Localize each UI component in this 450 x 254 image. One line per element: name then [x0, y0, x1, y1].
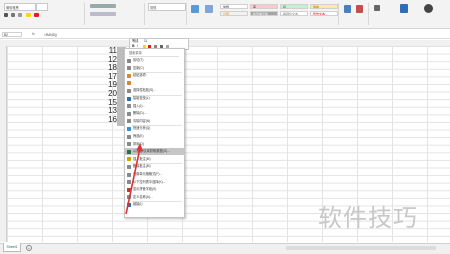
menu-item-label: 筛选(E) [133, 134, 144, 138]
find-select-icon[interactable] [424, 4, 433, 13]
name-box[interactable]: B2 [2, 32, 22, 37]
table-format-icon[interactable] [205, 5, 213, 13]
context-menu-item[interactable]: 删除(D)... [125, 110, 184, 117]
menu-search-box[interactable]: 搜索菜单 [129, 50, 179, 57]
context-menu-item[interactable]: 选择性粘贴(S)... [125, 87, 184, 94]
mini-size[interactable]: 11 [144, 39, 147, 44]
context-menu-item[interactable]: 剪切(T) [125, 57, 184, 64]
context-menu-item[interactable]: 筛选(E) [125, 133, 184, 140]
fill-color-icon[interactable] [26, 13, 31, 17]
context-menu-item[interactable] [125, 80, 184, 87]
menu-item-label: 清除内容(N) [133, 118, 151, 123]
underline-icon[interactable] [18, 13, 22, 17]
font-name-box[interactable]: 微软雅黑 [4, 3, 36, 11]
cell-style-swatch[interactable]: 解释性文本 [280, 11, 308, 16]
context-menu-item[interactable]: 快速分析(Q) [125, 125, 184, 132]
conditional-format-icon[interactable] [191, 5, 199, 13]
menu-item-label: 剪切(T) [133, 58, 144, 62]
autosum-icon[interactable] [374, 5, 380, 11]
ribbon-divider [84, 3, 85, 25]
italic-icon[interactable] [11, 13, 15, 17]
font-color-icon[interactable] [34, 13, 39, 17]
font-name-value: 微软雅黑 [6, 5, 19, 10]
bold-icon[interactable] [4, 13, 8, 17]
menu-item-icon [127, 88, 131, 93]
insert-cells-icon[interactable] [344, 5, 351, 13]
cell-style-swatch[interactable]: 检查单元格 [250, 11, 278, 16]
font-size-box[interactable] [36, 3, 48, 11]
menu-item-icon [127, 96, 131, 101]
ribbon-divider [144, 3, 145, 25]
fx-icon[interactable]: fx [32, 32, 35, 36]
number-format-box[interactable]: 常规 [148, 3, 186, 11]
alignment-icon[interactable] [90, 4, 116, 8]
context-menu-item[interactable]: 粘贴选项: [125, 72, 184, 79]
horizontal-scrollbar[interactable] [286, 246, 436, 250]
menu-item-icon [127, 134, 131, 139]
cell-style-swatch[interactable]: 好 [280, 4, 308, 9]
menu-item-label: 插入(I)... [133, 103, 146, 108]
menu-item-label: 智能查找(L) [133, 96, 150, 100]
context-menu-item[interactable]: 复制(C) [125, 65, 184, 72]
menu-item-icon [127, 126, 131, 131]
ribbon-divider [338, 3, 339, 25]
cell-style-swatch[interactable]: 常规 [220, 4, 248, 9]
context-menu-item[interactable]: 清除内容(N) [125, 118, 184, 125]
cell-style-swatch[interactable]: 计算 [220, 11, 248, 16]
menu-item-icon [127, 73, 131, 78]
menu-item-label: 复制(C) [133, 65, 144, 70]
context-menu-item[interactable]: 插入(I)... [125, 103, 184, 110]
row-header[interactable] [0, 46, 7, 242]
formula-input[interactable]: =RAND() [44, 33, 57, 37]
ribbon-divider [186, 3, 187, 25]
sort-filter-icon[interactable] [400, 4, 408, 13]
add-sheet-icon[interactable]: + [26, 245, 32, 251]
menu-item-icon [127, 119, 131, 124]
watermark: 软件技巧 [318, 204, 418, 232]
menu-item-icon [127, 111, 131, 116]
cell-style-swatch[interactable]: 适中 [310, 4, 338, 9]
menu-item-label: 粘贴选项: [133, 73, 147, 78]
menu-item-icon [127, 81, 131, 86]
cell-style-swatch[interactable]: 警告文本 [310, 11, 338, 16]
formula-bar: B2 fx =RAND() [0, 31, 450, 39]
sheet-tab-sheet1[interactable]: Sheet1 [3, 243, 21, 252]
menu-item-label: 删除(D)... [133, 111, 147, 116]
menu-item-icon [127, 104, 131, 109]
menu-item-label: 选择性粘贴(S)... [133, 88, 156, 93]
cell-value[interactable]: 16 [103, 115, 117, 125]
indent-icon[interactable] [90, 12, 116, 16]
red-arrow-annotation [125, 143, 143, 215]
number-format-value: 常规 [150, 5, 157, 10]
delete-cells-icon[interactable] [356, 5, 363, 13]
ribbon: 微软雅黑 常规 常规差好适中 计算 检查单元格 解释性文本 警告文本 [0, 0, 450, 29]
ribbon-divider [368, 3, 369, 25]
context-menu-item[interactable]: 智能查找(L) [125, 95, 184, 102]
menu-item-label: 快速分析(Q) [133, 126, 151, 131]
menu-item-icon [127, 58, 131, 63]
cell-style-swatch[interactable]: 差 [250, 4, 278, 9]
menu-item-icon [127, 66, 131, 71]
